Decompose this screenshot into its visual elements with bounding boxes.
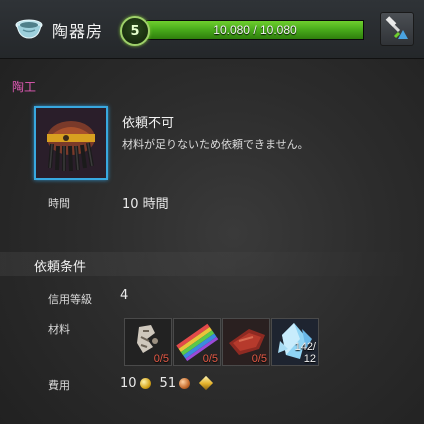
material-slot-2[interactable]: 0/5 — [173, 318, 221, 366]
trust-level-label: 信用等級 — [48, 293, 92, 306]
material-slot-3[interactable]: 0/5 — [222, 318, 270, 366]
request-status-title: 依頼不可 — [122, 116, 175, 131]
time-label: 時間 — [48, 197, 70, 210]
section-title: 依頼条件 — [34, 260, 87, 275]
level-badge: 5 — [120, 16, 150, 46]
materials-label: 材料 — [48, 323, 70, 336]
item-slot[interactable] — [34, 106, 108, 180]
craft-action-button[interactable] — [380, 12, 414, 46]
material-qty-3: 0/5 — [251, 353, 267, 365]
hammer-icon — [385, 16, 408, 39]
time-value: 10 時間 — [122, 197, 169, 212]
material-slot-4[interactable]: 142/ 12 — [271, 318, 319, 366]
gold-coin-icon — [139, 377, 151, 389]
silver-coin-icon — [179, 377, 191, 389]
material-slot-1[interactable]: 0/5 — [124, 318, 172, 366]
material-qty-1: 0/5 — [153, 353, 169, 365]
page-title: 陶器房 — [52, 22, 104, 41]
pottery-bowl-icon — [14, 14, 44, 42]
material-qty-2: 0/5 — [202, 353, 218, 365]
request-status-message: 材料が足りないため依頼できません。 — [122, 138, 309, 151]
category-label: 陶工 — [12, 80, 37, 94]
pottery-cap-icon — [36, 108, 106, 178]
xp-progress-bar: 10.080 / 10.080 — [146, 20, 364, 40]
material-qty-4-owned: 142/ — [294, 341, 316, 353]
trust-level-value: 4 — [120, 288, 129, 303]
material-qty-4: 142/ 12 — [295, 341, 316, 365]
cost-values: 10 51 — [120, 373, 214, 393]
currency-diamond-icon — [199, 375, 214, 391]
xp-progress-text: 10.080 / 10.080 — [213, 23, 297, 37]
silver-amount: 51 — [159, 375, 177, 391]
cost-label: 費用 — [48, 379, 70, 392]
material-qty-4-required: 12 — [303, 353, 316, 365]
gold-amount: 10 — [120, 375, 137, 391]
